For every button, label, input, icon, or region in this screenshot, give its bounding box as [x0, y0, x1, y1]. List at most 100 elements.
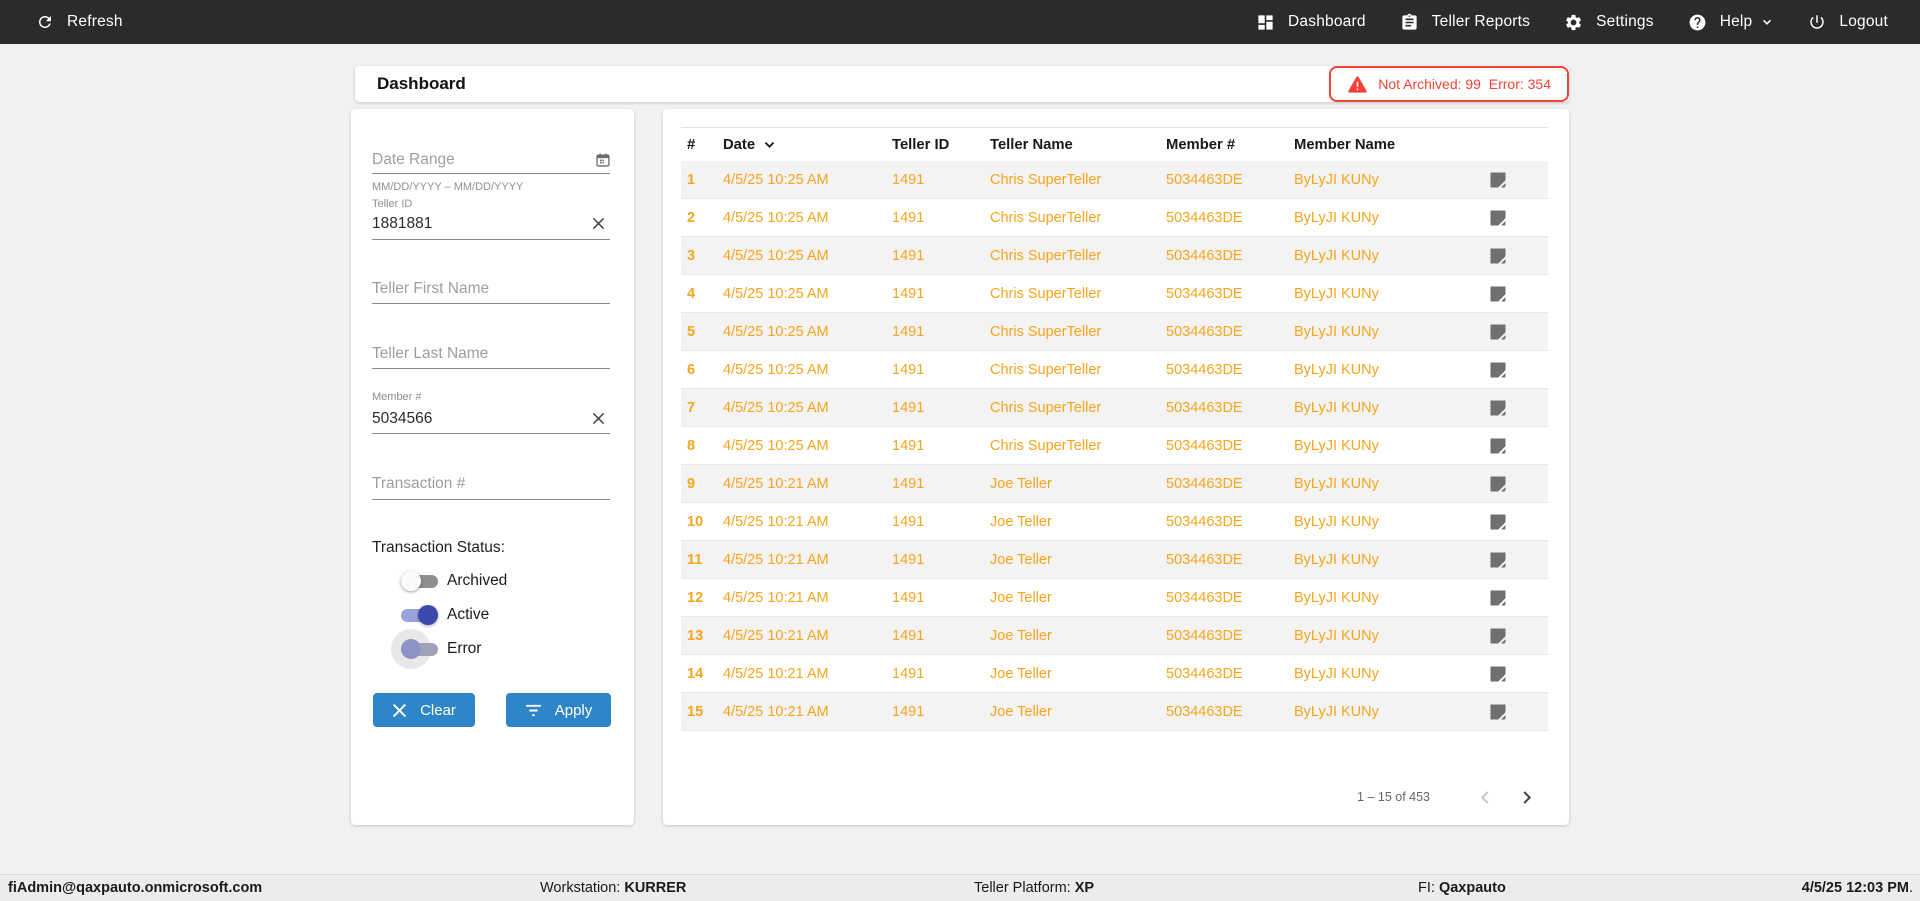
table-row-14[interactable]: 14 4/5/25 10:21 AM 1491 Joe Teller 5034463DE… [681, 655, 1548, 693]
table-row-6[interactable]: 6 4/5/25 10:25 AM 1491 Chris SuperTeller 503… [681, 351, 1548, 389]
col-header-num[interactable]: # [681, 137, 717, 153]
toggle-thumb [418, 605, 438, 625]
cell-teller-id: 1491 [892, 285, 925, 302]
col-header-teller-id[interactable]: Teller ID [886, 137, 984, 153]
cell-teller-name: Chris SuperTeller [990, 285, 1102, 302]
cell-teller-id: 1491 [892, 247, 925, 264]
cell-notes [1471, 704, 1548, 720]
cell-date: 4/5/25 10:25 AM [723, 171, 829, 188]
col-header-member-number[interactable]: Member # [1160, 137, 1288, 153]
cell-notes [1471, 590, 1548, 606]
toggle-archived[interactable] [401, 571, 439, 591]
table-row-3[interactable]: 3 4/5/25 10:25 AM 1491 Chris SuperTeller 503… [681, 237, 1548, 275]
col-header-teller-name[interactable]: Teller Name [984, 137, 1160, 153]
cell-teller-name: Joe Teller [990, 627, 1052, 644]
cell-member-name: ByLyJI KUNy [1294, 627, 1379, 644]
footer-datetime: 4/5/25 12:03 PM. [1801, 880, 1913, 896]
warning-icon [1348, 75, 1367, 93]
note-icon[interactable] [1490, 286, 1506, 302]
table-row-7[interactable]: 7 4/5/25 10:25 AM 1491 Chris SuperTeller 503… [681, 389, 1548, 427]
teller-id-label: Teller ID [372, 198, 413, 210]
alert-banner[interactable]: Not Archived: 99 Error: 354 [1329, 66, 1569, 102]
toggle-error[interactable] [391, 629, 439, 669]
teller-id-field[interactable]: 1881881 [372, 213, 610, 235]
apply-button[interactable]: Apply [506, 693, 611, 727]
cell-member-name: ByLyJI KUNy [1294, 247, 1379, 264]
cell-date: 4/5/25 10:21 AM [723, 513, 829, 530]
cell-member-name: ByLyJI KUNy [1294, 475, 1379, 492]
table-row-11[interactable]: 11 4/5/25 10:21 AM 1491 Joe Teller 5034463DE… [681, 541, 1548, 579]
cell-teller-name: Joe Teller [990, 665, 1052, 682]
col-header-member-name[interactable]: Member Name [1288, 137, 1471, 153]
note-icon[interactable] [1490, 172, 1506, 188]
cell-member-number: 5034463DE [1166, 703, 1243, 720]
nav-logout[interactable]: Logout [1808, 13, 1888, 31]
table-row-2[interactable]: 2 4/5/25 10:25 AM 1491 Chris SuperTeller 503… [681, 199, 1548, 237]
cell-notes [1471, 400, 1548, 416]
table-row-8[interactable]: 8 4/5/25 10:25 AM 1491 Chris SuperTeller 503… [681, 427, 1548, 465]
cell-date: 4/5/25 10:21 AM [723, 627, 829, 644]
note-icon[interactable] [1490, 552, 1506, 568]
transaction-number-field[interactable]: Transaction # [372, 473, 610, 495]
cell-date: 4/5/25 10:21 AM [723, 665, 829, 682]
note-icon[interactable] [1490, 590, 1506, 606]
cell-notes [1471, 362, 1548, 378]
cell-notes [1471, 172, 1548, 188]
note-icon[interactable] [1490, 400, 1506, 416]
nav-dashboard[interactable]: Dashboard [1256, 13, 1366, 32]
member-number-field[interactable]: 5034566 [372, 408, 610, 430]
note-icon[interactable] [1490, 210, 1506, 226]
teller-id-value: 1881881 [372, 215, 433, 232]
cell-member-number: 5034463DE [1166, 323, 1243, 340]
cell-member-name: ByLyJI KUNy [1294, 361, 1379, 378]
nav-teller-reports[interactable]: Teller Reports [1400, 13, 1530, 32]
toggle-active[interactable] [401, 605, 439, 625]
note-icon[interactable] [1490, 248, 1506, 264]
note-icon[interactable] [1490, 704, 1506, 720]
cell-teller-id: 1491 [892, 513, 925, 530]
note-icon[interactable] [1490, 324, 1506, 340]
note-icon[interactable] [1490, 628, 1506, 644]
cell-notes [1471, 628, 1548, 644]
teller-first-name-field[interactable]: Teller First Name [372, 278, 610, 300]
col-header-date[interactable]: Date [717, 137, 886, 153]
cell-teller-id: 1491 [892, 361, 925, 378]
clear-button[interactable]: Clear [373, 693, 475, 727]
calendar-icon[interactable] [596, 153, 610, 167]
table-row-12[interactable]: 12 4/5/25 10:21 AM 1491 Joe Teller 5034463DE… [681, 579, 1548, 617]
note-icon[interactable] [1490, 438, 1506, 454]
page-header: Dashboard Not Archived: 99 Error: 354 [355, 66, 1569, 102]
cell-num: 8 [687, 437, 696, 454]
table-row-15[interactable]: 15 4/5/25 10:21 AM 1491 Joe Teller 5034463DE… [681, 693, 1548, 731]
nav-help-label: Help [1719, 13, 1753, 30]
cell-date: 4/5/25 10:21 AM [723, 475, 829, 492]
table-row-5[interactable]: 5 4/5/25 10:25 AM 1491 Chris SuperTeller 503… [681, 313, 1548, 351]
pagination: 1 – 15 of 453 [1357, 784, 1539, 810]
nav-settings[interactable]: Settings [1564, 13, 1654, 32]
cell-date: 4/5/25 10:25 AM [723, 323, 829, 340]
table-row-1[interactable]: 1 4/5/25 10:25 AM 1491 Chris SuperTeller 503… [681, 161, 1548, 199]
table-row-10[interactable]: 10 4/5/25 10:21 AM 1491 Joe Teller 5034463DE… [681, 503, 1548, 541]
note-icon[interactable] [1490, 666, 1506, 682]
table-row-13[interactable]: 13 4/5/25 10:21 AM 1491 Joe Teller 5034463DE… [681, 617, 1548, 655]
teller-id-clear-icon[interactable] [592, 217, 605, 230]
pagination-next-button[interactable] [1513, 784, 1539, 810]
pagination-prev-button[interactable] [1472, 784, 1498, 810]
cell-member-number: 5034463DE [1166, 665, 1243, 682]
teller-last-name-field[interactable]: Teller Last Name [372, 343, 610, 365]
date-range-field[interactable]: Date Range [372, 149, 610, 171]
note-icon[interactable] [1490, 514, 1506, 530]
cell-teller-name: Chris SuperTeller [990, 171, 1102, 188]
table-row-9[interactable]: 9 4/5/25 10:21 AM 1491 Joe Teller 5034463DE B… [681, 465, 1548, 503]
member-number-clear-icon[interactable] [592, 412, 605, 425]
filter-icon [525, 703, 542, 718]
note-icon[interactable] [1490, 362, 1506, 378]
footer-teller-platform: Teller Platform: XP [974, 880, 1095, 896]
toggle-row-active: Active [401, 598, 489, 632]
note-icon[interactable] [1490, 476, 1506, 492]
help-icon [1688, 13, 1707, 32]
nav-help[interactable]: Help [1688, 13, 1775, 32]
cell-num: 14 [687, 665, 704, 682]
refresh-button[interactable]: Refresh [36, 13, 123, 31]
table-row-4[interactable]: 4 4/5/25 10:25 AM 1491 Chris SuperTeller 503… [681, 275, 1548, 313]
